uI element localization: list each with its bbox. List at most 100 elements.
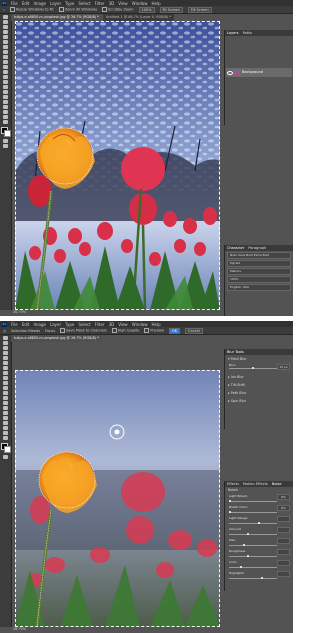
blur-tool-icon[interactable] xyxy=(3,80,8,84)
save-mask-checkbox[interactable]: Save Mask to Channels xyxy=(60,328,107,333)
pen-tool-icon[interactable] xyxy=(3,90,8,94)
effect-slider[interactable]: Light Range: xyxy=(227,516,291,526)
tab-effects[interactable]: Effects xyxy=(227,481,239,487)
type-tool-icon[interactable] xyxy=(3,95,8,99)
tool-13-icon[interactable] xyxy=(3,396,8,400)
brush-tool-icon[interactable] xyxy=(3,55,8,59)
menu-filter[interactable]: Filter xyxy=(95,322,105,327)
document-tab-untitled[interactable]: Untitled-1 @ 66.7% (Layer 0, RGB/8) * xyxy=(102,14,174,21)
font-family-select[interactable]: Noto Sans Bold Extra Bold xyxy=(227,252,291,259)
selection-bleed-label[interactable]: Selection Bleeds xyxy=(11,329,40,333)
tool-12-icon[interactable] xyxy=(3,391,8,395)
gradient-tool-icon[interactable] xyxy=(3,75,8,79)
quick-mask-icon[interactable] xyxy=(3,139,8,143)
preview-checkbox[interactable]: Preview xyxy=(144,328,164,333)
hand-tool-icon[interactable] xyxy=(3,351,8,355)
eraser-tool-icon[interactable] xyxy=(3,70,8,74)
tab-paragraph[interactable]: Paragraph xyxy=(248,245,266,251)
tab-noise[interactable]: Noise xyxy=(272,481,282,487)
screen-mode-icon[interactable] xyxy=(3,144,8,148)
menu-file[interactable]: File xyxy=(11,322,18,327)
effect-slider[interactable]: Highlights xyxy=(227,571,291,581)
quick-select-tool-icon[interactable] xyxy=(3,30,8,34)
language-select[interactable]: English: USA xyxy=(227,284,291,291)
cancel-button[interactable]: Cancel xyxy=(185,327,203,334)
effect-slider-value[interactable] xyxy=(277,571,290,577)
effect-slider[interactable]: Color xyxy=(227,560,291,570)
shape-tool-icon[interactable] xyxy=(3,105,8,109)
resize-windows-checkbox[interactable]: Resize Windows to Fit xyxy=(9,7,54,12)
menu-3d[interactable]: 3D xyxy=(109,1,115,6)
tab-layers[interactable]: Layers xyxy=(227,30,239,36)
tool-14-icon[interactable] xyxy=(3,401,8,405)
font-style-select[interactable]: Myriad xyxy=(227,260,291,267)
tab-paths[interactable]: Paths xyxy=(243,30,253,36)
menu-view[interactable]: View xyxy=(118,322,128,327)
tool-6-icon[interactable] xyxy=(3,361,8,365)
move-tool-icon[interactable] xyxy=(3,15,8,19)
menu-help[interactable]: Help xyxy=(151,322,160,327)
quick-mask-icon[interactable] xyxy=(3,455,8,459)
effect-slider-value[interactable]: 0% xyxy=(277,505,290,511)
menu-filter[interactable]: Filter xyxy=(95,1,105,6)
menu-layer[interactable]: Layer xyxy=(50,322,61,327)
focus-label[interactable]: Focus xyxy=(45,329,55,333)
slider-knob[interactable] xyxy=(229,511,231,513)
menu-3d[interactable]: 3D xyxy=(109,322,115,327)
canvas-photo[interactable] xyxy=(15,21,220,310)
zoom-tool-icon[interactable]: ⌕ xyxy=(3,8,5,12)
slider-knob[interactable] xyxy=(247,533,249,535)
lasso-tool-icon[interactable] xyxy=(3,25,8,29)
tool-20-icon[interactable] xyxy=(3,431,8,435)
tool-21-icon[interactable] xyxy=(3,436,8,440)
blur-value[interactable]: 15 px xyxy=(277,364,290,370)
tool-18-icon[interactable] xyxy=(3,421,8,425)
tab-character[interactable]: Character xyxy=(227,245,244,251)
blur-item-iris[interactable]: ▸ Iris Blur xyxy=(225,371,293,380)
more-tools-icon[interactable] xyxy=(3,120,8,124)
effect-slider-value[interactable] xyxy=(277,538,290,544)
frame-tool-icon[interactable] xyxy=(3,40,8,44)
layer-row-background[interactable]: Background xyxy=(226,68,292,77)
high-quality-checkbox[interactable]: High Quality xyxy=(111,328,139,333)
effect-slider[interactable]: Size xyxy=(227,538,291,548)
tool-16-icon[interactable] xyxy=(3,411,8,415)
menu-image[interactable]: Image xyxy=(33,1,46,6)
effect-slider[interactable]: Light Bokeh: 0% xyxy=(227,494,291,504)
zoom-all-checkbox[interactable]: Zoom All Windows xyxy=(58,7,97,12)
pin-icon[interactable]: ◎ xyxy=(3,329,6,333)
scrubby-zoom-checkbox[interactable]: Scrubby Zoom xyxy=(102,7,134,12)
menu-type[interactable]: Type xyxy=(65,1,74,6)
blur-slider-knob[interactable] xyxy=(251,367,254,369)
fill-screen-button[interactable]: Fill Screen xyxy=(187,6,212,13)
history-brush-tool-icon[interactable] xyxy=(3,65,8,69)
blur-amount-slider[interactable]: Blur: 15 px xyxy=(227,363,291,370)
menu-select[interactable]: Select xyxy=(78,322,90,327)
slider-knob[interactable] xyxy=(239,566,242,568)
menu-view[interactable]: View xyxy=(118,1,128,6)
menu-help[interactable]: Help xyxy=(151,1,160,6)
remove-pin-tool-icon[interactable] xyxy=(3,346,8,350)
effect-slider-value[interactable] xyxy=(277,560,290,566)
tool-8-icon[interactable] xyxy=(3,371,8,375)
kerning-select[interactable]: Metrics xyxy=(227,268,291,275)
slider-knob[interactable] xyxy=(257,522,260,524)
zoom-100-button[interactable]: 100% xyxy=(138,6,155,13)
path-select-tool-icon[interactable] xyxy=(3,100,8,104)
field-blur-tool-icon[interactable] xyxy=(3,336,8,340)
menu-image[interactable]: Image xyxy=(33,322,46,327)
zoom-tool-icon[interactable] xyxy=(3,356,8,360)
mask-tool-icon[interactable] xyxy=(3,341,8,345)
scale-field[interactable]: 100% xyxy=(227,276,291,283)
menu-type[interactable]: Type xyxy=(65,322,74,327)
hand-tool-icon[interactable] xyxy=(3,110,8,114)
tool-7-icon[interactable] xyxy=(3,366,8,370)
slider-knob[interactable] xyxy=(247,555,249,557)
tool-9-icon[interactable] xyxy=(3,376,8,380)
tool-19-icon[interactable] xyxy=(3,426,8,430)
effect-slider[interactable]: Roughness xyxy=(227,549,291,559)
blur-item-spin[interactable]: ▸ Spin Blur xyxy=(225,396,293,404)
blur-item-path[interactable]: ▸ Path Blur xyxy=(225,388,293,396)
blur-item-field[interactable]: ▾ Field Blur xyxy=(225,355,293,363)
menu-layer[interactable]: Layer xyxy=(50,1,61,6)
